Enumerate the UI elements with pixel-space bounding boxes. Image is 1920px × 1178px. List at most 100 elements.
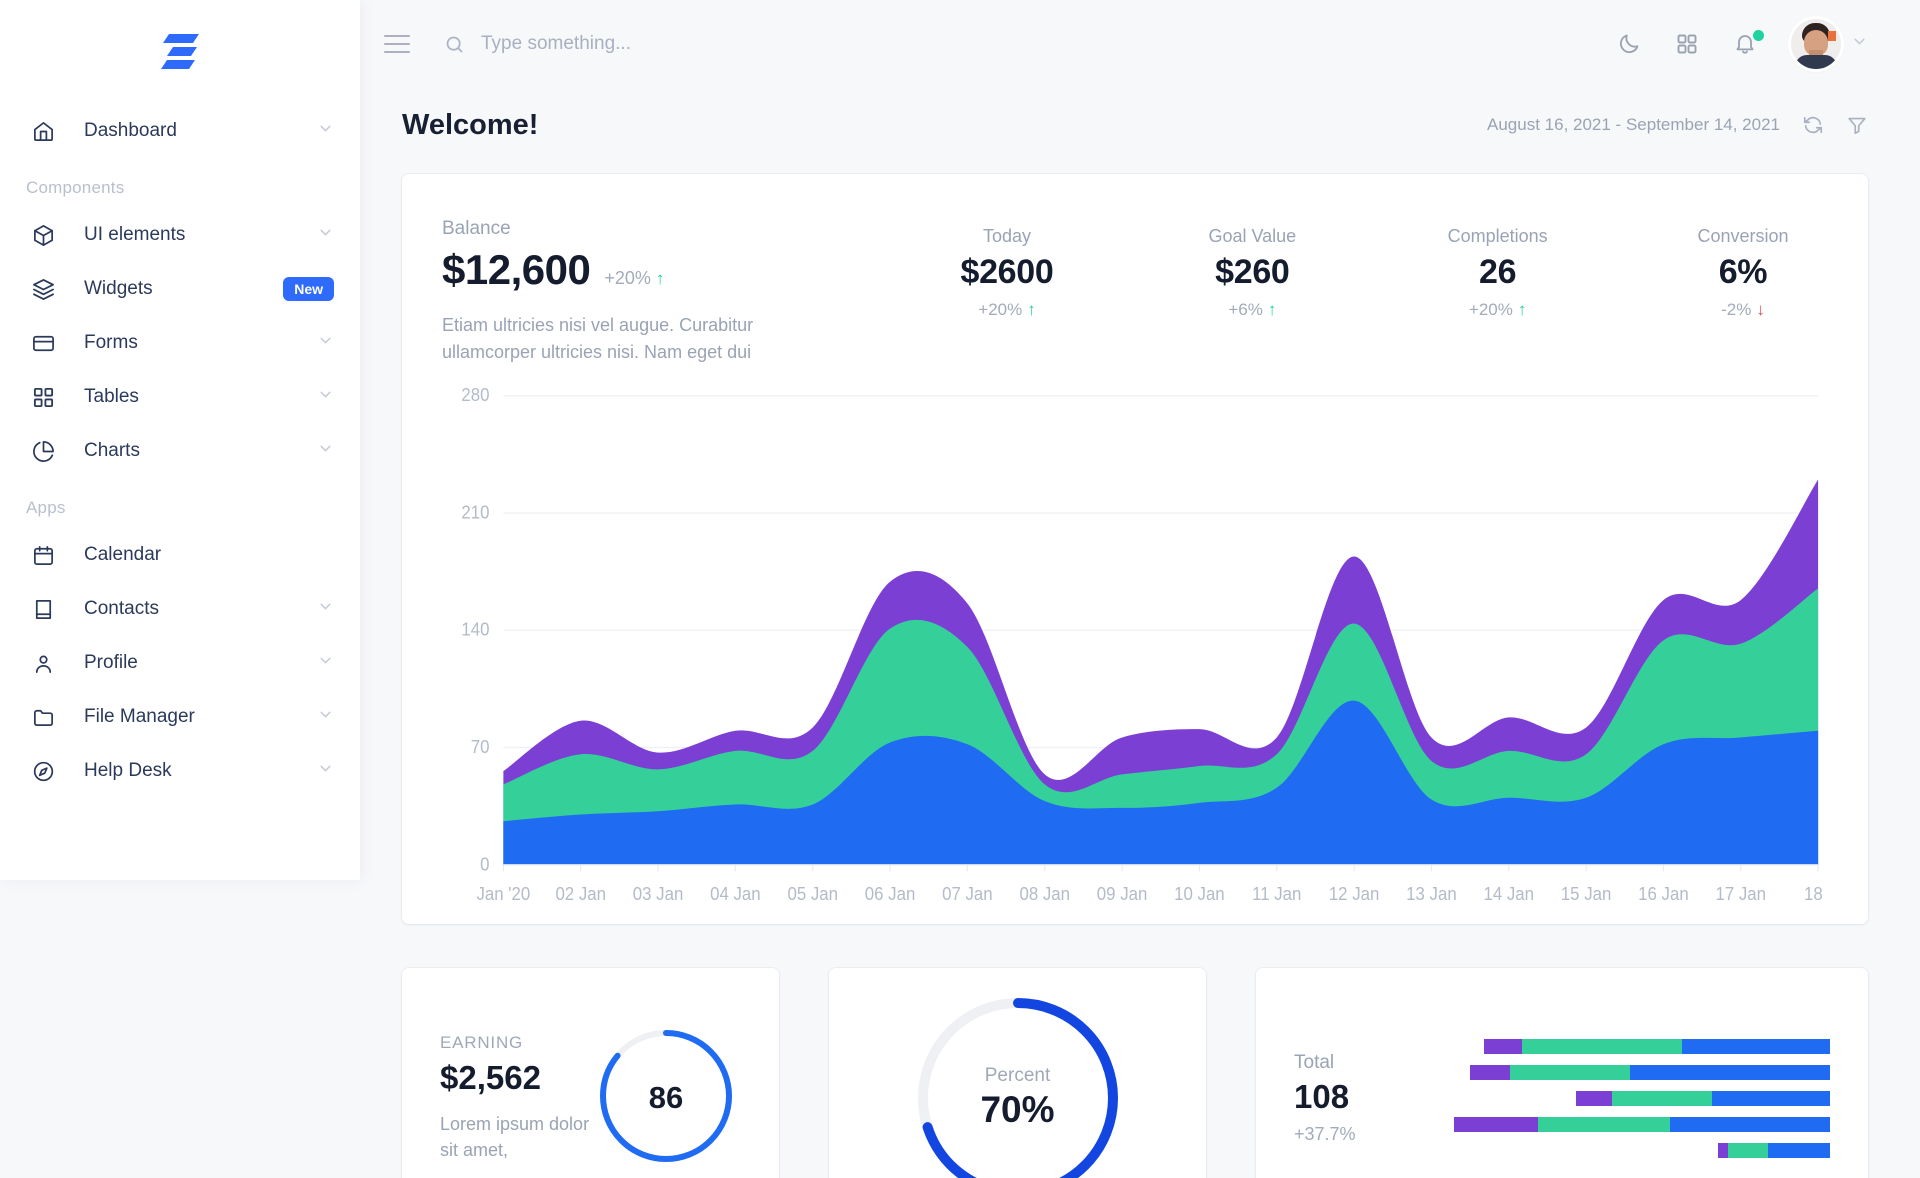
chevron-down-icon[interactable]	[317, 652, 334, 674]
sidebar-group-title-apps: Apps	[0, 478, 360, 528]
earning-label: EARNING	[440, 1033, 591, 1053]
earning-info: EARNING $2,562 Lorem ipsum dolor sit ame…	[440, 1010, 591, 1178]
earning-ring-center: 86	[591, 1021, 741, 1176]
sidebar-item-ui-elements[interactable]: UI elements	[0, 208, 360, 262]
sidebar-item-forms[interactable]: Forms	[0, 316, 360, 370]
kpi-label: Goal Value	[1177, 226, 1327, 247]
kpi-label: Completions	[1423, 226, 1573, 247]
percent-label: Percent	[985, 1065, 1050, 1087]
percent-ring-center: Percent 70%	[909, 989, 1127, 1178]
kpi-delta-value: +20%	[978, 300, 1022, 319]
chevron-down-icon[interactable]	[317, 598, 334, 620]
layers-icon	[30, 276, 56, 302]
chevron-down-icon[interactable]	[317, 706, 334, 728]
sidebar-item-label: Widgets	[84, 278, 153, 300]
x-axis-tick: 07 Jan	[942, 883, 993, 904]
sidebar-item-charts[interactable]: Charts	[0, 424, 360, 478]
apps-grid-icon[interactable]	[1675, 32, 1699, 56]
area-chart-svg: 070140210280Jan '2002 Jan03 Jan04 Jan05 …	[442, 376, 1828, 924]
sidebar-item-right	[317, 440, 334, 462]
chevron-down-icon[interactable]	[317, 386, 334, 408]
total-bar-segment	[1454, 1117, 1538, 1132]
hamburger-icon[interactable]	[382, 27, 416, 61]
total-info: Total 108 +37.7%	[1294, 1010, 1444, 1178]
x-axis-tick: 06 Jan	[865, 883, 916, 904]
earning-description: Lorem ipsum dolor sit amet,	[440, 1111, 591, 1163]
stats-row: Balance $12,600 +20%↑ Etiam ultricies ni…	[442, 208, 1828, 366]
chevron-down-icon[interactable]	[317, 224, 334, 246]
brand-logo[interactable]	[0, 0, 360, 104]
x-axis-tick: 12 Jan	[1329, 883, 1380, 904]
date-range-label[interactable]: August 16, 2021 - September 14, 2021	[1487, 115, 1780, 135]
kpi-delta-value: +20%	[1469, 300, 1513, 319]
total-bar-segment	[1470, 1065, 1510, 1080]
y-axis-tick: 70	[471, 736, 490, 757]
total-delta: +37.7%	[1294, 1124, 1444, 1145]
x-axis-tick: 15 Jan	[1561, 883, 1612, 904]
folder-icon	[30, 704, 56, 730]
moon-icon[interactable]	[1617, 32, 1641, 56]
page-header: Welcome! August 16, 2021 - September 14,…	[402, 88, 1868, 162]
content: Welcome! August 16, 2021 - September 14,…	[360, 88, 1920, 1178]
y-axis-tick: 0	[480, 854, 489, 875]
sidebar-item-right	[317, 652, 334, 674]
avatar	[1791, 19, 1841, 69]
chevron-down-icon[interactable]	[317, 120, 334, 142]
x-axis-tick: 04 Jan	[710, 883, 761, 904]
refresh-icon[interactable]	[1802, 114, 1824, 136]
sidebar-item-label: Charts	[84, 440, 140, 462]
user-menu[interactable]	[1791, 19, 1868, 69]
chevron-down-icon[interactable]	[317, 440, 334, 462]
cube-icon	[30, 222, 56, 248]
sidebar-nav: Dashboard Components UI elements	[0, 104, 360, 808]
sidebar-item-contacts[interactable]: Contacts	[0, 582, 360, 636]
sidebar: Dashboard Components UI elements	[0, 0, 360, 880]
sidebar-item-label: Calendar	[84, 544, 161, 566]
grid-icon	[30, 384, 56, 410]
sidebar-item-profile[interactable]: Profile	[0, 636, 360, 690]
total-label: Total	[1294, 1052, 1444, 1074]
balance-block: Balance $12,600 +20%↑ Etiam ultricies ni…	[442, 208, 872, 366]
arrow-up-icon: ↑	[1268, 300, 1277, 319]
filter-icon[interactable]	[1846, 114, 1868, 136]
total-bar-segment	[1712, 1091, 1830, 1106]
percent-card: Percent 70%	[829, 968, 1206, 1178]
area-chart[interactable]: 070140210280Jan '2002 Jan03 Jan04 Jan05 …	[442, 376, 1828, 924]
x-axis-tick: 13 Jan	[1406, 883, 1457, 904]
balance-delta-value: +20%	[604, 268, 651, 288]
calendar-icon	[30, 542, 56, 568]
x-axis-tick: 10 Jan	[1174, 883, 1225, 904]
total-bar-row	[1454, 1065, 1830, 1080]
search-input[interactable]	[481, 33, 901, 55]
sidebar-item-widgets[interactable]: Widgets New	[0, 262, 360, 316]
balance-value-row: $12,600 +20%↑	[442, 246, 872, 294]
bell-icon[interactable]	[1733, 32, 1757, 56]
sidebar-item-dashboard[interactable]: Dashboard	[0, 104, 360, 158]
total-bar-segment	[1522, 1039, 1682, 1054]
sidebar-item-right: New	[283, 277, 334, 301]
search-box[interactable]	[444, 33, 1617, 55]
earning-gauge: 86	[591, 1021, 741, 1176]
chevron-down-icon[interactable]	[317, 760, 334, 782]
total-bar-segment	[1484, 1039, 1522, 1054]
x-axis-tick: 02 Jan	[555, 883, 606, 904]
sidebar-item-label: Contacts	[84, 598, 159, 620]
sidebar-item-help-desk[interactable]: Help Desk	[0, 744, 360, 798]
topbar	[360, 0, 1920, 88]
chevron-down-icon[interactable]	[317, 332, 334, 354]
dashboard-app: Dashboard Components UI elements	[0, 0, 1920, 1178]
topbar-actions	[1617, 19, 1868, 69]
sidebar-item-tables[interactable]: Tables	[0, 370, 360, 424]
total-bar-row	[1454, 1117, 1830, 1132]
sidebar-item-calendar[interactable]: Calendar	[0, 528, 360, 582]
kpi-value: 6%	[1668, 253, 1818, 292]
total-bar-segment	[1538, 1117, 1670, 1132]
sidebar-item-file-manager[interactable]: File Manager	[0, 690, 360, 744]
x-axis-tick: 11 Jan	[1252, 883, 1301, 904]
x-axis-tick: 05 Jan	[787, 883, 838, 904]
arrow-up-icon: ↑	[1027, 300, 1036, 319]
chevron-down-icon[interactable]	[1851, 33, 1868, 55]
kpi-delta: +6%↑	[1177, 300, 1327, 320]
total-bar-segment	[1612, 1091, 1712, 1106]
total-bar-row	[1454, 1143, 1830, 1158]
